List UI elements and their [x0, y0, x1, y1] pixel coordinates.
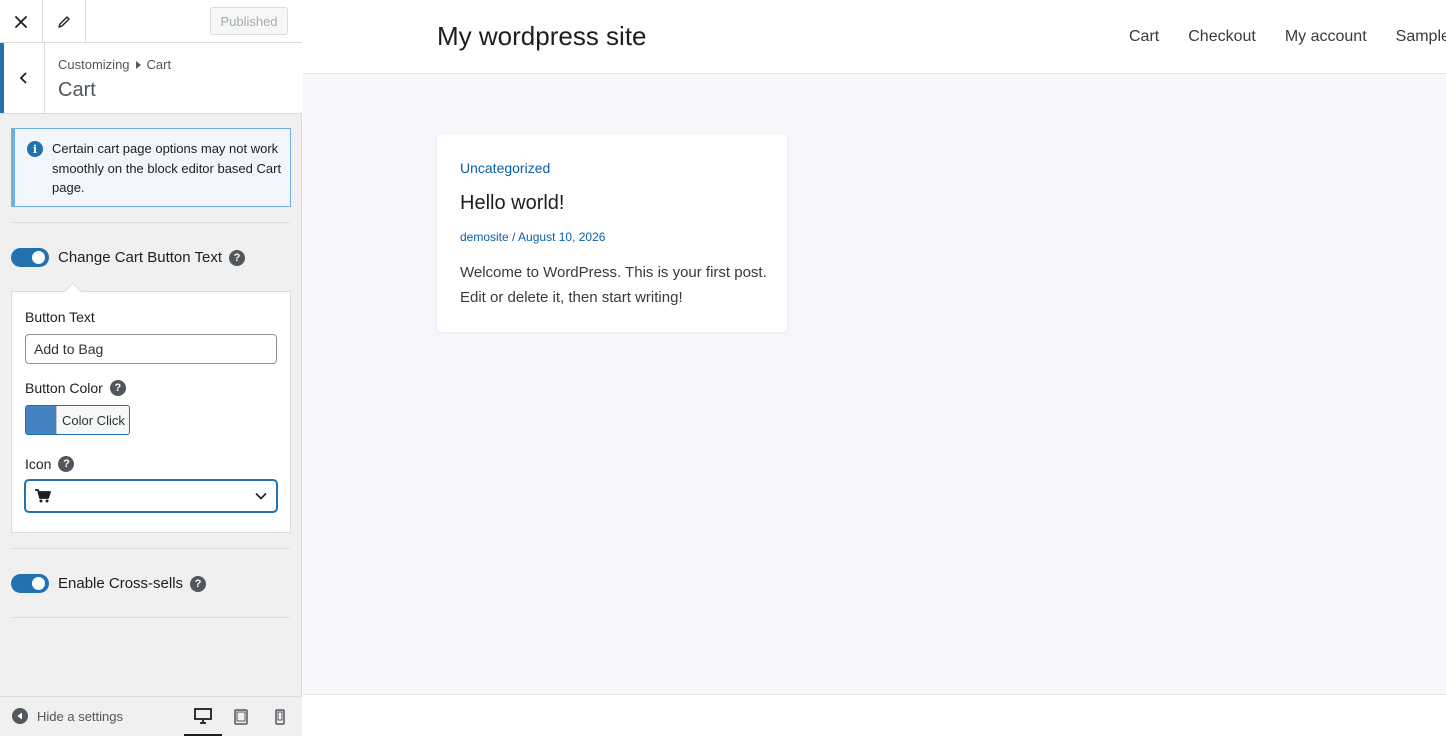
- breadcrumb: Customizing Cart: [58, 57, 171, 72]
- hide-settings-label: Hide a settings: [37, 708, 123, 724]
- color-picker-button[interactable]: Color Click: [25, 405, 130, 435]
- enable-cross-sells-row: Enable Cross-sells ?: [11, 574, 207, 593]
- published-button[interactable]: Published: [210, 7, 288, 35]
- tablet-icon: [234, 709, 248, 725]
- primary-nav: Cart Checkout My account Sample Page: [1129, 28, 1446, 46]
- site-preview: My wordpress site Cart Checkout My accou…: [303, 0, 1446, 736]
- color-swatch: [26, 406, 56, 434]
- customizer-footer: Hide a settings: [0, 696, 302, 736]
- notice-text: Certain cart page options may not work s…: [52, 141, 282, 195]
- hide-settings-button[interactable]: Hide a settings: [12, 708, 123, 724]
- post-category-link[interactable]: Uncategorized: [460, 160, 550, 176]
- preview-mobile-button[interactable]: [261, 697, 299, 736]
- customizer-sidebar: Published Customizing Cart Cart i Certai…: [0, 0, 302, 736]
- divider: [11, 548, 290, 549]
- preview-desktop-button[interactable]: [184, 697, 222, 736]
- chevron-down-icon: [255, 492, 267, 500]
- help-icon[interactable]: ?: [229, 249, 245, 266]
- info-notice: i Certain cart page options may not work…: [11, 128, 291, 207]
- color-picker-label: Color Click: [56, 406, 129, 434]
- divider: [11, 222, 290, 223]
- cart-button-settings-panel: Button Text Button Color ? Color Click I…: [11, 282, 291, 533]
- desktop-icon: [194, 707, 212, 724]
- post-excerpt: Welcome to WordPress. This is your first…: [460, 264, 767, 306]
- section-title: Cart: [58, 79, 96, 101]
- nav-item-checkout[interactable]: Checkout: [1188, 28, 1256, 46]
- change-cart-button-text-row: Change Cart Button Text ?: [11, 248, 245, 267]
- post-card: Uncategorized Hello world! demosite / Au…: [437, 134, 787, 332]
- post-title[interactable]: Hello world!: [460, 192, 564, 215]
- section-header: Customizing Cart Cart: [0, 43, 302, 114]
- back-button[interactable]: [0, 43, 45, 113]
- close-icon: [15, 15, 27, 28]
- site-title[interactable]: My wordpress site: [437, 21, 647, 52]
- button-color-label-row: Button Color ?: [25, 380, 126, 396]
- collapse-icon: [12, 708, 28, 724]
- enable-cross-sells-label: Enable Cross-sells: [58, 575, 184, 592]
- site-footer: [303, 694, 1446, 736]
- button-text-label: Button Text: [25, 309, 95, 325]
- site-header: My wordpress site Cart Checkout My accou…: [303, 0, 1446, 74]
- change-cart-button-text-label: Change Cart Button Text: [58, 249, 222, 266]
- close-button[interactable]: [0, 0, 43, 43]
- change-cart-button-text-toggle[interactable]: [11, 248, 49, 267]
- help-icon[interactable]: ?: [190, 575, 207, 592]
- pencil-icon: [58, 15, 70, 28]
- breadcrumb-root: Customizing: [58, 57, 130, 72]
- icon-label-row: Icon ?: [25, 456, 75, 472]
- help-icon[interactable]: ?: [109, 380, 126, 396]
- cart-icon: [35, 489, 51, 503]
- nav-item-my-account[interactable]: My account: [1285, 28, 1367, 46]
- enable-cross-sells-toggle[interactable]: [11, 574, 49, 593]
- icon-select[interactable]: [25, 480, 277, 512]
- panel-caret: [64, 282, 82, 300]
- help-icon[interactable]: ?: [58, 456, 75, 472]
- chevron-left-icon: [19, 72, 27, 84]
- post-meta: demosite / August 10, 2026: [460, 230, 605, 244]
- post-meta-separator: /: [508, 230, 519, 244]
- mobile-icon: [275, 709, 285, 725]
- customizer-topbar: Published: [0, 0, 302, 43]
- button-text-input[interactable]: [25, 334, 277, 364]
- post-date-link[interactable]: August 10, 2026: [518, 230, 605, 244]
- preview-tablet-button[interactable]: [222, 697, 260, 736]
- icon-label: Icon: [25, 456, 52, 472]
- nav-item-sample-page[interactable]: Sample Page: [1396, 28, 1446, 46]
- nav-item-cart[interactable]: Cart: [1129, 28, 1159, 46]
- breadcrumb-current: Cart: [146, 57, 172, 72]
- edit-button[interactable]: [43, 0, 86, 43]
- button-color-label: Button Color: [25, 380, 103, 396]
- divider: [11, 617, 290, 618]
- post-author-link[interactable]: demosite: [460, 230, 509, 244]
- info-icon: i: [27, 141, 43, 157]
- breadcrumb-arrow-icon: [135, 60, 141, 69]
